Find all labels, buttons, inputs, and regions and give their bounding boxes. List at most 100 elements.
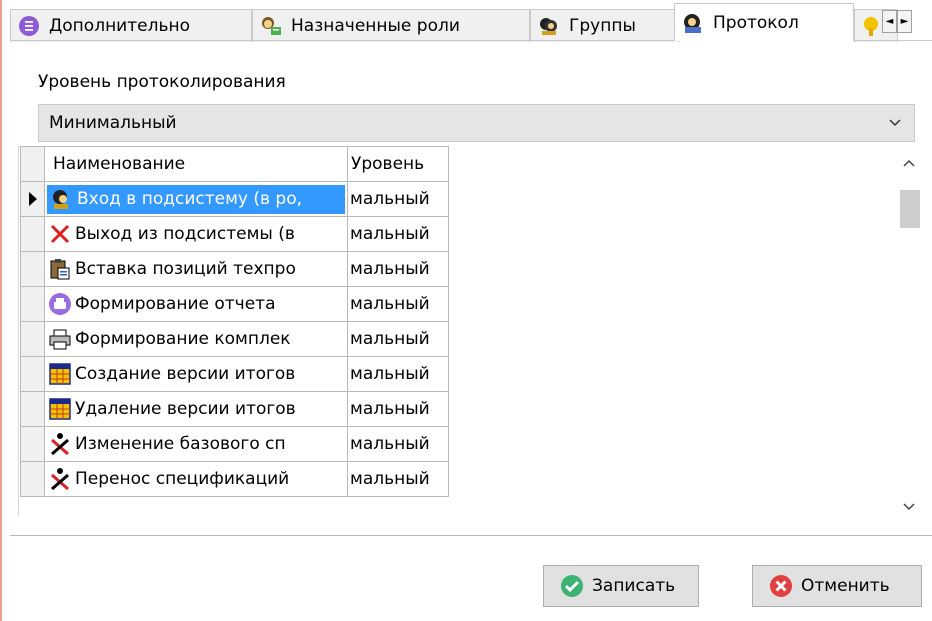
cell-name[interactable]: Вставка позиций техпро	[44, 251, 348, 287]
cancel-button[interactable]: Отменить	[752, 565, 922, 607]
row-name-text: Перенос спецификаций	[75, 469, 290, 489]
row-name-text: Создание версии итогов	[75, 364, 296, 384]
cell-content: Перенос спецификаций	[46, 463, 347, 496]
events-grid: Наименование Уровень Вход в подсистему (…	[20, 146, 449, 497]
row-name-text: Формирование комплек	[75, 329, 291, 349]
logging-level-value: Минимальный	[49, 113, 177, 133]
tab-scroll-left-button[interactable]: ◄	[882, 10, 897, 33]
cell-level[interactable]: мальный	[347, 286, 449, 322]
cell-name[interactable]: Перенос спецификаций	[44, 461, 348, 497]
current-row-arrow-icon	[29, 192, 37, 206]
row-level-text: мальный	[350, 224, 430, 244]
cell-content: Создание версии итогов	[46, 358, 347, 391]
cell-name[interactable]: Выход из подсистемы (в	[44, 216, 348, 252]
cell-content: Выход из подсистемы (в	[46, 218, 347, 251]
row-name-text: Вход в подсистему (в ро,	[77, 189, 303, 209]
row-indicator[interactable]	[20, 216, 45, 252]
row-level-text: мальный	[350, 189, 430, 209]
protocol-icon	[681, 11, 705, 35]
row-indicator[interactable]	[20, 181, 45, 217]
arrow-left-icon: ◄	[885, 16, 894, 27]
row-indicator[interactable]	[20, 251, 45, 287]
red-x-icon	[48, 222, 72, 246]
row-indicator[interactable]	[20, 321, 45, 357]
cell-name[interactable]: Удаление версии итогов	[44, 391, 348, 427]
table-row[interactable]: Формирование комплек мальный	[20, 321, 449, 357]
row-level-text: мальный	[350, 434, 430, 454]
row-indicator[interactable]	[20, 426, 45, 462]
tab-label: Протокол	[713, 12, 799, 33]
table-icon	[48, 362, 72, 386]
tab-label: Назначенные роли	[291, 16, 460, 36]
column-header-name[interactable]: Наименование	[44, 146, 348, 182]
row-indicator[interactable]	[20, 356, 45, 392]
info-circle-icon	[17, 14, 41, 38]
printer-icon	[48, 327, 72, 351]
tab-scroll-right-button[interactable]: ►	[897, 10, 912, 33]
chevron-down-icon	[888, 115, 902, 129]
cell-level[interactable]: мальный	[347, 356, 449, 392]
table-row[interactable]: Удаление версии итогов мальный	[20, 391, 449, 427]
row-name-text: Изменение базового сп	[75, 434, 286, 454]
figure-x-icon	[48, 432, 72, 456]
scroll-up-button[interactable]	[896, 150, 922, 176]
arrow-right-icon: ►	[900, 16, 909, 27]
table-row[interactable]: Формирование отчета мальный	[20, 286, 449, 322]
row-name-text: Выход из подсистемы (в	[75, 224, 295, 244]
table-row[interactable]: Изменение базового сп мальный	[20, 426, 449, 462]
tab-groups[interactable]: Группы	[530, 9, 680, 42]
tab-assigned-roles[interactable]: Назначенные роли	[252, 9, 530, 42]
table-icon	[48, 397, 72, 421]
window-left-border	[0, 0, 2, 621]
figure-x-icon	[48, 467, 72, 491]
row-level-text: мальный	[350, 329, 430, 349]
table-row[interactable]: Перенос спецификаций мальный	[20, 461, 449, 497]
report-icon	[48, 292, 72, 316]
grid-vertical-scrollbar[interactable]	[896, 146, 922, 516]
cell-level[interactable]: мальный	[347, 391, 449, 427]
cell-level[interactable]: мальный	[347, 181, 449, 217]
groups-icon	[537, 14, 561, 38]
row-indicator[interactable]	[20, 286, 45, 322]
cell-content: Формирование комплек	[46, 323, 347, 356]
row-level-text: мальный	[350, 469, 430, 489]
save-button[interactable]: Записать	[543, 565, 699, 607]
clipboard-icon	[48, 257, 72, 281]
login-icon	[50, 187, 74, 211]
cell-level[interactable]: мальный	[347, 216, 449, 252]
tab-label: Дополнительно	[49, 16, 190, 36]
cell-name[interactable]: Формирование комплек	[44, 321, 348, 357]
cell-name[interactable]: Изменение базового сп	[44, 426, 348, 462]
footer-separator	[10, 535, 932, 536]
cell-name[interactable]: Создание версии итогов	[44, 356, 348, 392]
table-row[interactable]: Создание версии итогов мальный	[20, 356, 449, 392]
row-indicator[interactable]	[20, 461, 45, 497]
checkmark-icon	[560, 574, 584, 598]
row-indicator[interactable]	[20, 391, 45, 427]
table-row[interactable]: Выход из подсистемы (в мальный	[20, 216, 449, 252]
tab-protocol[interactable]: Протокол	[674, 3, 854, 41]
cell-level[interactable]: мальный	[347, 251, 449, 287]
cancel-button-label: Отменить	[801, 576, 890, 596]
row-name-text: Удаление версии итогов	[75, 399, 296, 419]
row-level-text: мальный	[350, 399, 430, 419]
chevron-up-icon	[903, 159, 915, 167]
row-name-text: Формирование отчета	[75, 294, 276, 314]
chevron-down-icon	[903, 503, 915, 511]
row-level-text: мальный	[350, 259, 430, 279]
tab-additional[interactable]: Дополнительно	[10, 9, 252, 42]
cell-level[interactable]: мальный	[347, 461, 449, 497]
logging-level-select[interactable]: Минимальный	[38, 104, 915, 142]
cell-name[interactable]: Вход в подсистему (в ро,	[44, 181, 348, 217]
cell-content: Формирование отчета	[46, 288, 347, 321]
table-row[interactable]: Вставка позиций техпро мальный	[20, 251, 449, 287]
table-row[interactable]: Вход в подсистему (в ро, мальный	[20, 181, 449, 217]
cell-content: Вставка позиций техпро	[46, 253, 347, 286]
cell-level[interactable]: мальный	[347, 426, 449, 462]
scroll-down-button[interactable]	[896, 494, 922, 520]
scroll-thumb[interactable]	[900, 190, 920, 228]
cell-level[interactable]: мальный	[347, 321, 449, 357]
column-header-level[interactable]: Уровень	[347, 146, 449, 182]
cell-name[interactable]: Формирование отчета	[44, 286, 348, 322]
row-level-text: мальный	[350, 294, 430, 314]
